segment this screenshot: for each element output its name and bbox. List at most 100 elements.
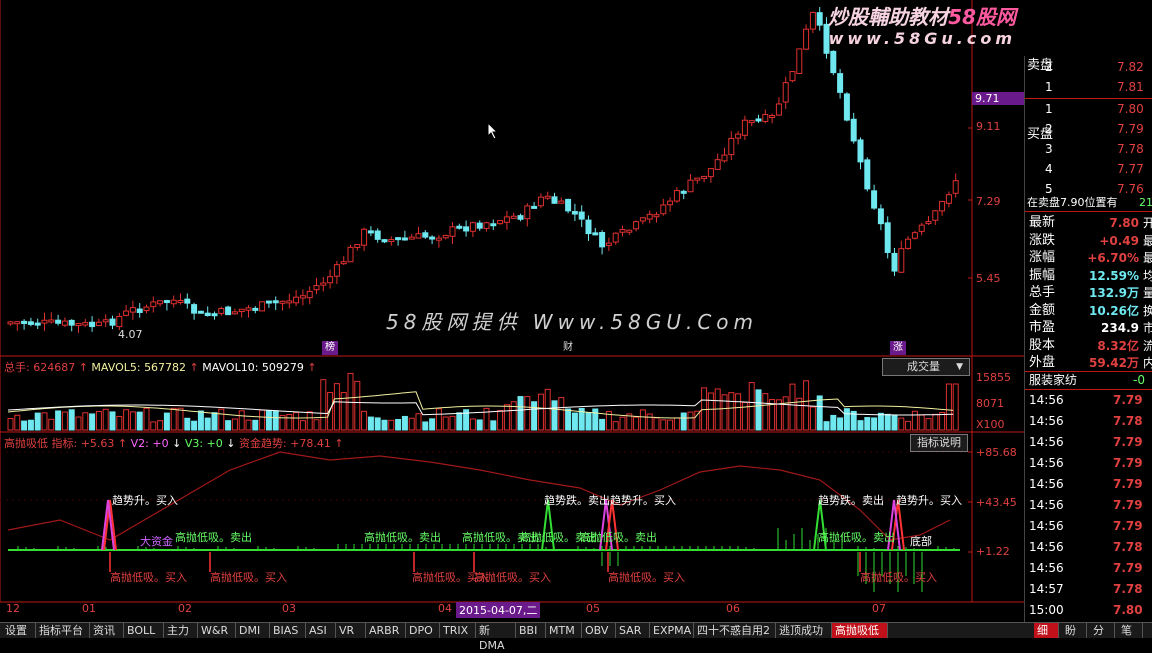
order-book-row[interactable]: 1 7.81 (1025, 78, 1152, 96)
tick-row: 14:56 7.78 (1025, 412, 1152, 430)
candle-body (612, 232, 619, 243)
x-axis-label: 02 (178, 602, 192, 615)
order-book-row[interactable]: 2 7.79 (1025, 120, 1152, 138)
event-tag[interactable]: 榜 (322, 341, 338, 355)
candle-body (843, 93, 850, 121)
candle-body (204, 312, 211, 317)
view-tab[interactable]: 笔 (1118, 623, 1143, 638)
signal-label: 趋势跌。卖出 (818, 494, 884, 507)
order-book-row[interactable]: 1 7.80 (1025, 100, 1152, 118)
candle-body (551, 196, 558, 204)
tick-row: 14:56 7.79 (1025, 517, 1152, 535)
quote-value: 10.26亿 (1089, 303, 1139, 318)
indicator-tab[interactable]: BBI (516, 623, 546, 638)
candle-body (435, 237, 442, 241)
indicator-tab[interactable]: DPO (406, 623, 440, 638)
candle-body (95, 321, 102, 326)
volume-bar (354, 380, 361, 431)
indicator-tab[interactable]: ASI (306, 623, 336, 638)
candle-body (503, 216, 510, 223)
volume-bar (89, 413, 96, 431)
candle-body (252, 307, 259, 311)
indicator-tab[interactable]: DMI (236, 623, 270, 638)
quote-label: 总手 (1029, 285, 1056, 300)
candle-body (517, 215, 524, 220)
volume-indicator-dropdown[interactable]: 成交量 ▼ (882, 358, 970, 376)
order-book-row[interactable]: 2 7.82 (1025, 58, 1152, 76)
volume-bar (395, 418, 402, 431)
volume-bar (259, 409, 266, 431)
volume-bar (143, 407, 150, 431)
tick-row: 14:56 7.78 (1025, 538, 1152, 556)
indicator-tab[interactable]: OBV (582, 623, 616, 638)
indicator-tab[interactable]: 设置 (2, 623, 36, 638)
indicator-tab[interactable]: 四十不惑自用2 (694, 623, 776, 638)
order-book-row[interactable]: 3 7.78 (1025, 140, 1152, 158)
view-tab[interactable]: 细 (1034, 623, 1059, 638)
view-tab[interactable]: 分 (1090, 623, 1115, 638)
indicator-help-button[interactable]: 指标说明 (910, 434, 968, 452)
quote-extra: 均 (1143, 268, 1152, 283)
candle-body (721, 154, 728, 162)
volume-bar (653, 417, 660, 431)
candle-body (857, 139, 864, 163)
candle-body (150, 301, 157, 308)
quote-label: 涨幅 (1029, 250, 1056, 265)
order-book-row[interactable]: 4 7.77 (1025, 160, 1152, 178)
candle-body (14, 321, 21, 325)
candle-body (449, 226, 456, 237)
indicator-tab[interactable]: BIAS (270, 623, 306, 638)
indicator-tab[interactable]: 主力 (164, 623, 198, 638)
quote-extra: 换 (1143, 303, 1152, 318)
indicator-tab[interactable]: W&R (198, 623, 236, 638)
view-tab[interactable]: 盼 (1062, 623, 1087, 638)
volume-bar (116, 415, 123, 431)
volume-bar (782, 396, 789, 431)
candle-body (286, 300, 293, 304)
quote-value: 132.9万 (1089, 286, 1139, 300)
indicator-tab[interactable]: SAR (616, 623, 650, 638)
candle-body (184, 298, 191, 304)
event-tag[interactable]: 财 (560, 341, 576, 355)
candle-body (293, 296, 300, 304)
indicator-tab[interactable]: EXPMA (650, 623, 694, 638)
quote-label: 股本 (1029, 337, 1056, 353)
candle-body (225, 306, 232, 316)
chart-area[interactable]: 炒股輔助教材58股网 www.58Gu.com 58股网提供 Www.58GU.… (0, 0, 1024, 622)
indicator-tab[interactable]: MTM (546, 623, 582, 638)
indicator-header: 高抛吸低 指标: +5.63 ↑ V2: +0 ↓ V3: +0 ↓ 资金趋势:… (4, 437, 344, 450)
indicator-tab[interactable]: ARBR (366, 623, 406, 638)
indicator-tab[interactable]: 新DMA (476, 623, 516, 652)
x-axis-label: 03 (282, 602, 296, 615)
volume-bar (48, 418, 55, 431)
indicator-tab[interactable]: VR (336, 623, 366, 638)
indicator-tab[interactable]: 逃顶成功 (776, 623, 832, 638)
candle-body (653, 214, 660, 218)
candle-body (245, 307, 252, 311)
quote-row: 外盘 59.42万内 (1025, 354, 1152, 372)
volume-bar (932, 413, 939, 431)
volume-bar (238, 410, 245, 431)
candle-body (82, 322, 89, 326)
candle-body (864, 159, 871, 190)
quote-extra: 最 (1143, 233, 1152, 248)
ticks-divider (1025, 389, 1152, 390)
volume-bar (177, 407, 184, 431)
indicator-tab[interactable]: 指标平台 (36, 623, 90, 638)
volume-header: 总手: 624687 ↑ MAVOL5: 567782 ↑ MAVOL10: 5… (4, 361, 317, 374)
volume-bar (469, 418, 476, 431)
indicator-tab[interactable]: TRIX (440, 623, 476, 638)
indicator-tab[interactable]: 资讯 (90, 623, 124, 638)
candle-body (585, 219, 592, 235)
candle-body (701, 175, 708, 179)
volume-bar (680, 412, 687, 431)
volume-bar (687, 411, 694, 431)
candle-body (102, 319, 109, 323)
candle-body (510, 215, 517, 219)
indicator-tab[interactable]: BOLL (124, 623, 164, 638)
event-tag[interactable]: 涨 (890, 341, 906, 355)
order-price: 7.82 (1117, 60, 1144, 74)
indicator-tab[interactable]: 高抛吸低 (832, 623, 888, 638)
volume-bar (537, 393, 544, 431)
industry-row[interactable]: 服装家纺 -0 (1025, 371, 1152, 389)
